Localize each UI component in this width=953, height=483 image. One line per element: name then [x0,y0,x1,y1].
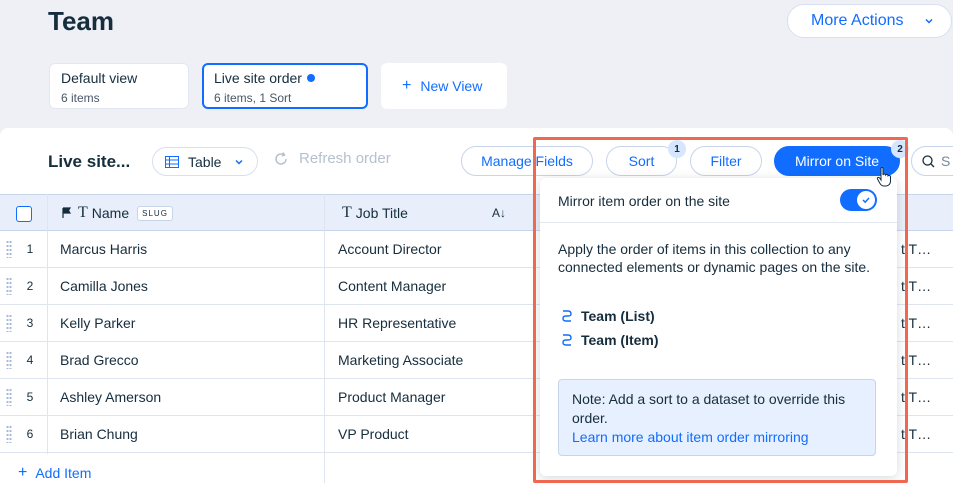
view-card-default[interactable]: Default view 6 items [49,63,189,109]
column-header-job-title[interactable]: T Job Title [342,195,408,231]
column-divider [47,194,48,454]
job-title-cell[interactable]: Product Manager [338,379,445,415]
add-item-label: Add Item [35,465,92,481]
text-type-icon: T [342,204,352,221]
plus-icon: + [402,77,412,94]
drag-handle-icon[interactable] [6,314,12,332]
drag-handle-icon[interactable] [6,277,12,295]
name-cell[interactable]: Ashley Amerson [60,379,161,415]
more-actions-label: More Actions [811,12,904,29]
row-number: 4 [26,353,34,367]
slug-tag: SLUG [137,205,173,221]
drag-handle-icon[interactable] [6,351,12,369]
row-number: 6 [26,427,34,441]
view-count: 6 items [61,91,100,105]
row-number: 2 [26,279,34,293]
plus-icon: + [18,464,28,481]
name-cell[interactable]: Brian Chung [60,416,138,452]
select-all-checkbox[interactable] [16,206,32,222]
search-input[interactable]: S [911,146,953,176]
chevron-down-icon [925,18,933,24]
search-icon [922,154,935,167]
hand-cursor-icon [876,167,891,187]
name-cell[interactable]: Kelly Parker [60,305,135,341]
column-label: Job Title [355,205,408,221]
chevron-down-icon [235,159,243,165]
view-count: 6 items, 1 Sort [214,91,292,105]
name-cell[interactable]: Brad Grecco [60,342,139,378]
name-cell[interactable]: Camilla Jones [60,268,148,304]
view-name: Default view [61,70,138,86]
add-item-button[interactable]: + Add Item [18,464,91,482]
column-divider [324,194,325,483]
row-number: 3 [26,316,34,330]
row-number: 5 [26,390,34,404]
table-icon [165,155,179,168]
sort-ascending-icon: A↓ [492,206,507,220]
layout-label: Table [188,153,222,170]
drag-handle-icon[interactable] [6,388,12,406]
search-placeholder: S [941,153,951,169]
view-name: Live site order [214,70,302,86]
new-view-label: New View [420,78,483,94]
view-card-live-site-order[interactable]: Live site order 6 items, 1 Sort [202,63,368,109]
new-view-button[interactable]: + New View [381,63,507,109]
refresh-order-label: Refresh order [299,150,391,167]
job-title-cell[interactable]: Content Manager [338,268,446,304]
job-title-cell[interactable]: VP Product [338,416,409,452]
more-actions-button[interactable]: More Actions [787,4,952,38]
column-label: Name [91,205,130,221]
text-type-icon: T [78,204,88,221]
collection-title: Live site... [48,152,131,171]
row-number: 1 [26,242,34,256]
job-title-cell[interactable]: Marketing Associate [338,342,463,378]
flag-icon [62,207,72,218]
layout-dropdown[interactable]: Table [152,147,258,176]
page-title: Team [48,6,114,36]
refresh-icon [275,151,287,165]
job-title-cell[interactable]: Account Director [338,231,441,267]
drag-handle-icon[interactable] [6,425,12,443]
refresh-order-button[interactable]: Refresh order [273,150,391,167]
annotation-highlight-box [533,137,908,483]
job-title-cell[interactable]: HR Representative [338,305,456,341]
name-cell[interactable]: Marcus Harris [60,231,147,267]
unsaved-dot-icon [306,74,315,82]
column-header-name[interactable]: T Name SLUG [62,195,173,231]
drag-handle-icon[interactable] [6,240,12,258]
